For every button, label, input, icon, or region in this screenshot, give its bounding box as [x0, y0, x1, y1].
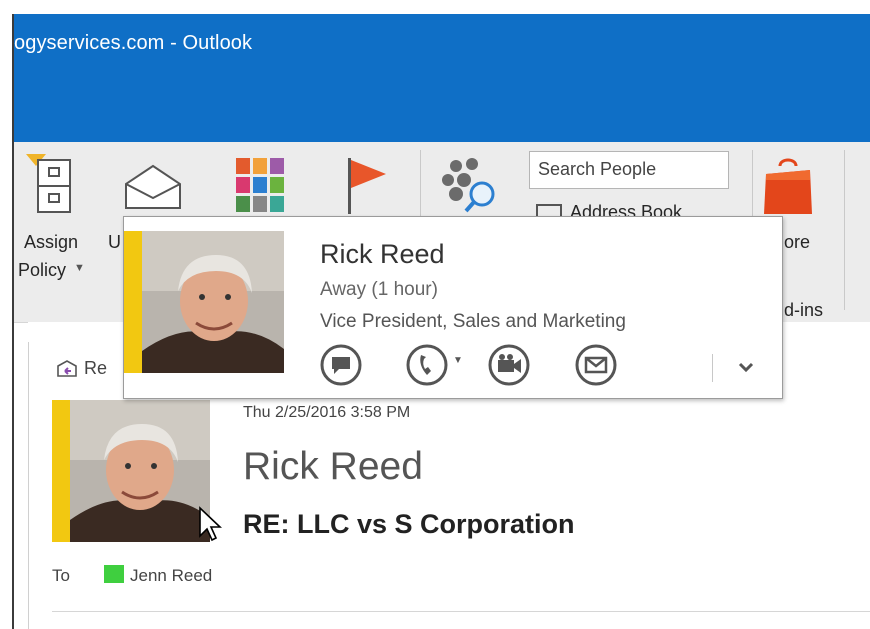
sender-presence-indicator: [52, 400, 70, 542]
assign-policy-label-1: Assign: [24, 232, 79, 252]
categorize-icon: [236, 158, 284, 212]
contact-avatar[interactable]: [142, 231, 284, 373]
categorize-button[interactable]: [224, 142, 294, 222]
mouse-pointer-icon: [199, 506, 222, 542]
search-people-input[interactable]: Search People: [529, 151, 729, 189]
follow-up-button[interactable]: [344, 142, 414, 222]
call-options-chevron-icon[interactable]: ▼: [453, 355, 463, 366]
to-label: To: [52, 566, 70, 585]
contact-card: Rick Reed Away (1 hour) Vice President, …: [123, 216, 783, 399]
phone-call-icon[interactable]: [405, 343, 449, 387]
reading-pane-border: [28, 342, 29, 629]
assign-policy-label-2: Policy: [18, 260, 67, 280]
reply-icon: [57, 360, 77, 378]
contact-presence-indicator: [124, 231, 142, 373]
search-people-placeholder: Search People: [538, 159, 657, 179]
card-actions-separator: [712, 354, 713, 382]
envelope-open-icon: [125, 164, 181, 209]
flag-icon: [348, 158, 386, 214]
window-title: ogyservices.com - Outlook: [14, 32, 253, 54]
video-call-icon[interactable]: [487, 343, 531, 387]
add-ins-group-label: d-ins: [784, 300, 824, 320]
assign-policy-icon: [26, 154, 71, 213]
contact-name: Rick Reed: [320, 239, 445, 269]
unread-read-label: U: [108, 232, 121, 252]
contact-job-title: Vice President, Sales and Marketing: [320, 311, 626, 332]
window-edge: [0, 0, 12, 629]
email-subject: RE: LLC vs S Corporation: [243, 509, 575, 539]
assign-policy-button[interactable]: Assign Policy ▼: [14, 142, 104, 292]
email-icon[interactable]: [574, 343, 618, 387]
sender-avatar[interactable]: [70, 400, 210, 542]
store-bag-icon: [764, 158, 812, 214]
recipient-name[interactable]: Jenn Reed: [130, 566, 212, 586]
email-sender-name[interactable]: Rick Reed: [243, 445, 423, 489]
email-date: Thu 2/25/2016 3:58 PM: [243, 404, 411, 421]
chevron-down-icon: ▼: [74, 262, 85, 274]
people-search-icon: [442, 158, 495, 213]
ribbon-separator: [844, 150, 845, 310]
reply-button[interactable]: Re: [55, 358, 107, 379]
contact-status: Away (1 hour): [320, 279, 438, 300]
reply-label: Re: [84, 358, 108, 378]
title-bar: ogyservices.com - Outlook: [14, 14, 870, 142]
find-people-icon-button[interactable]: [434, 142, 504, 222]
header-divider: [52, 611, 870, 612]
store-label: ore: [784, 232, 811, 252]
chevron-down-icon[interactable]: [734, 357, 758, 377]
recipient-presence-indicator: [104, 565, 124, 583]
instant-message-icon[interactable]: [319, 343, 363, 387]
